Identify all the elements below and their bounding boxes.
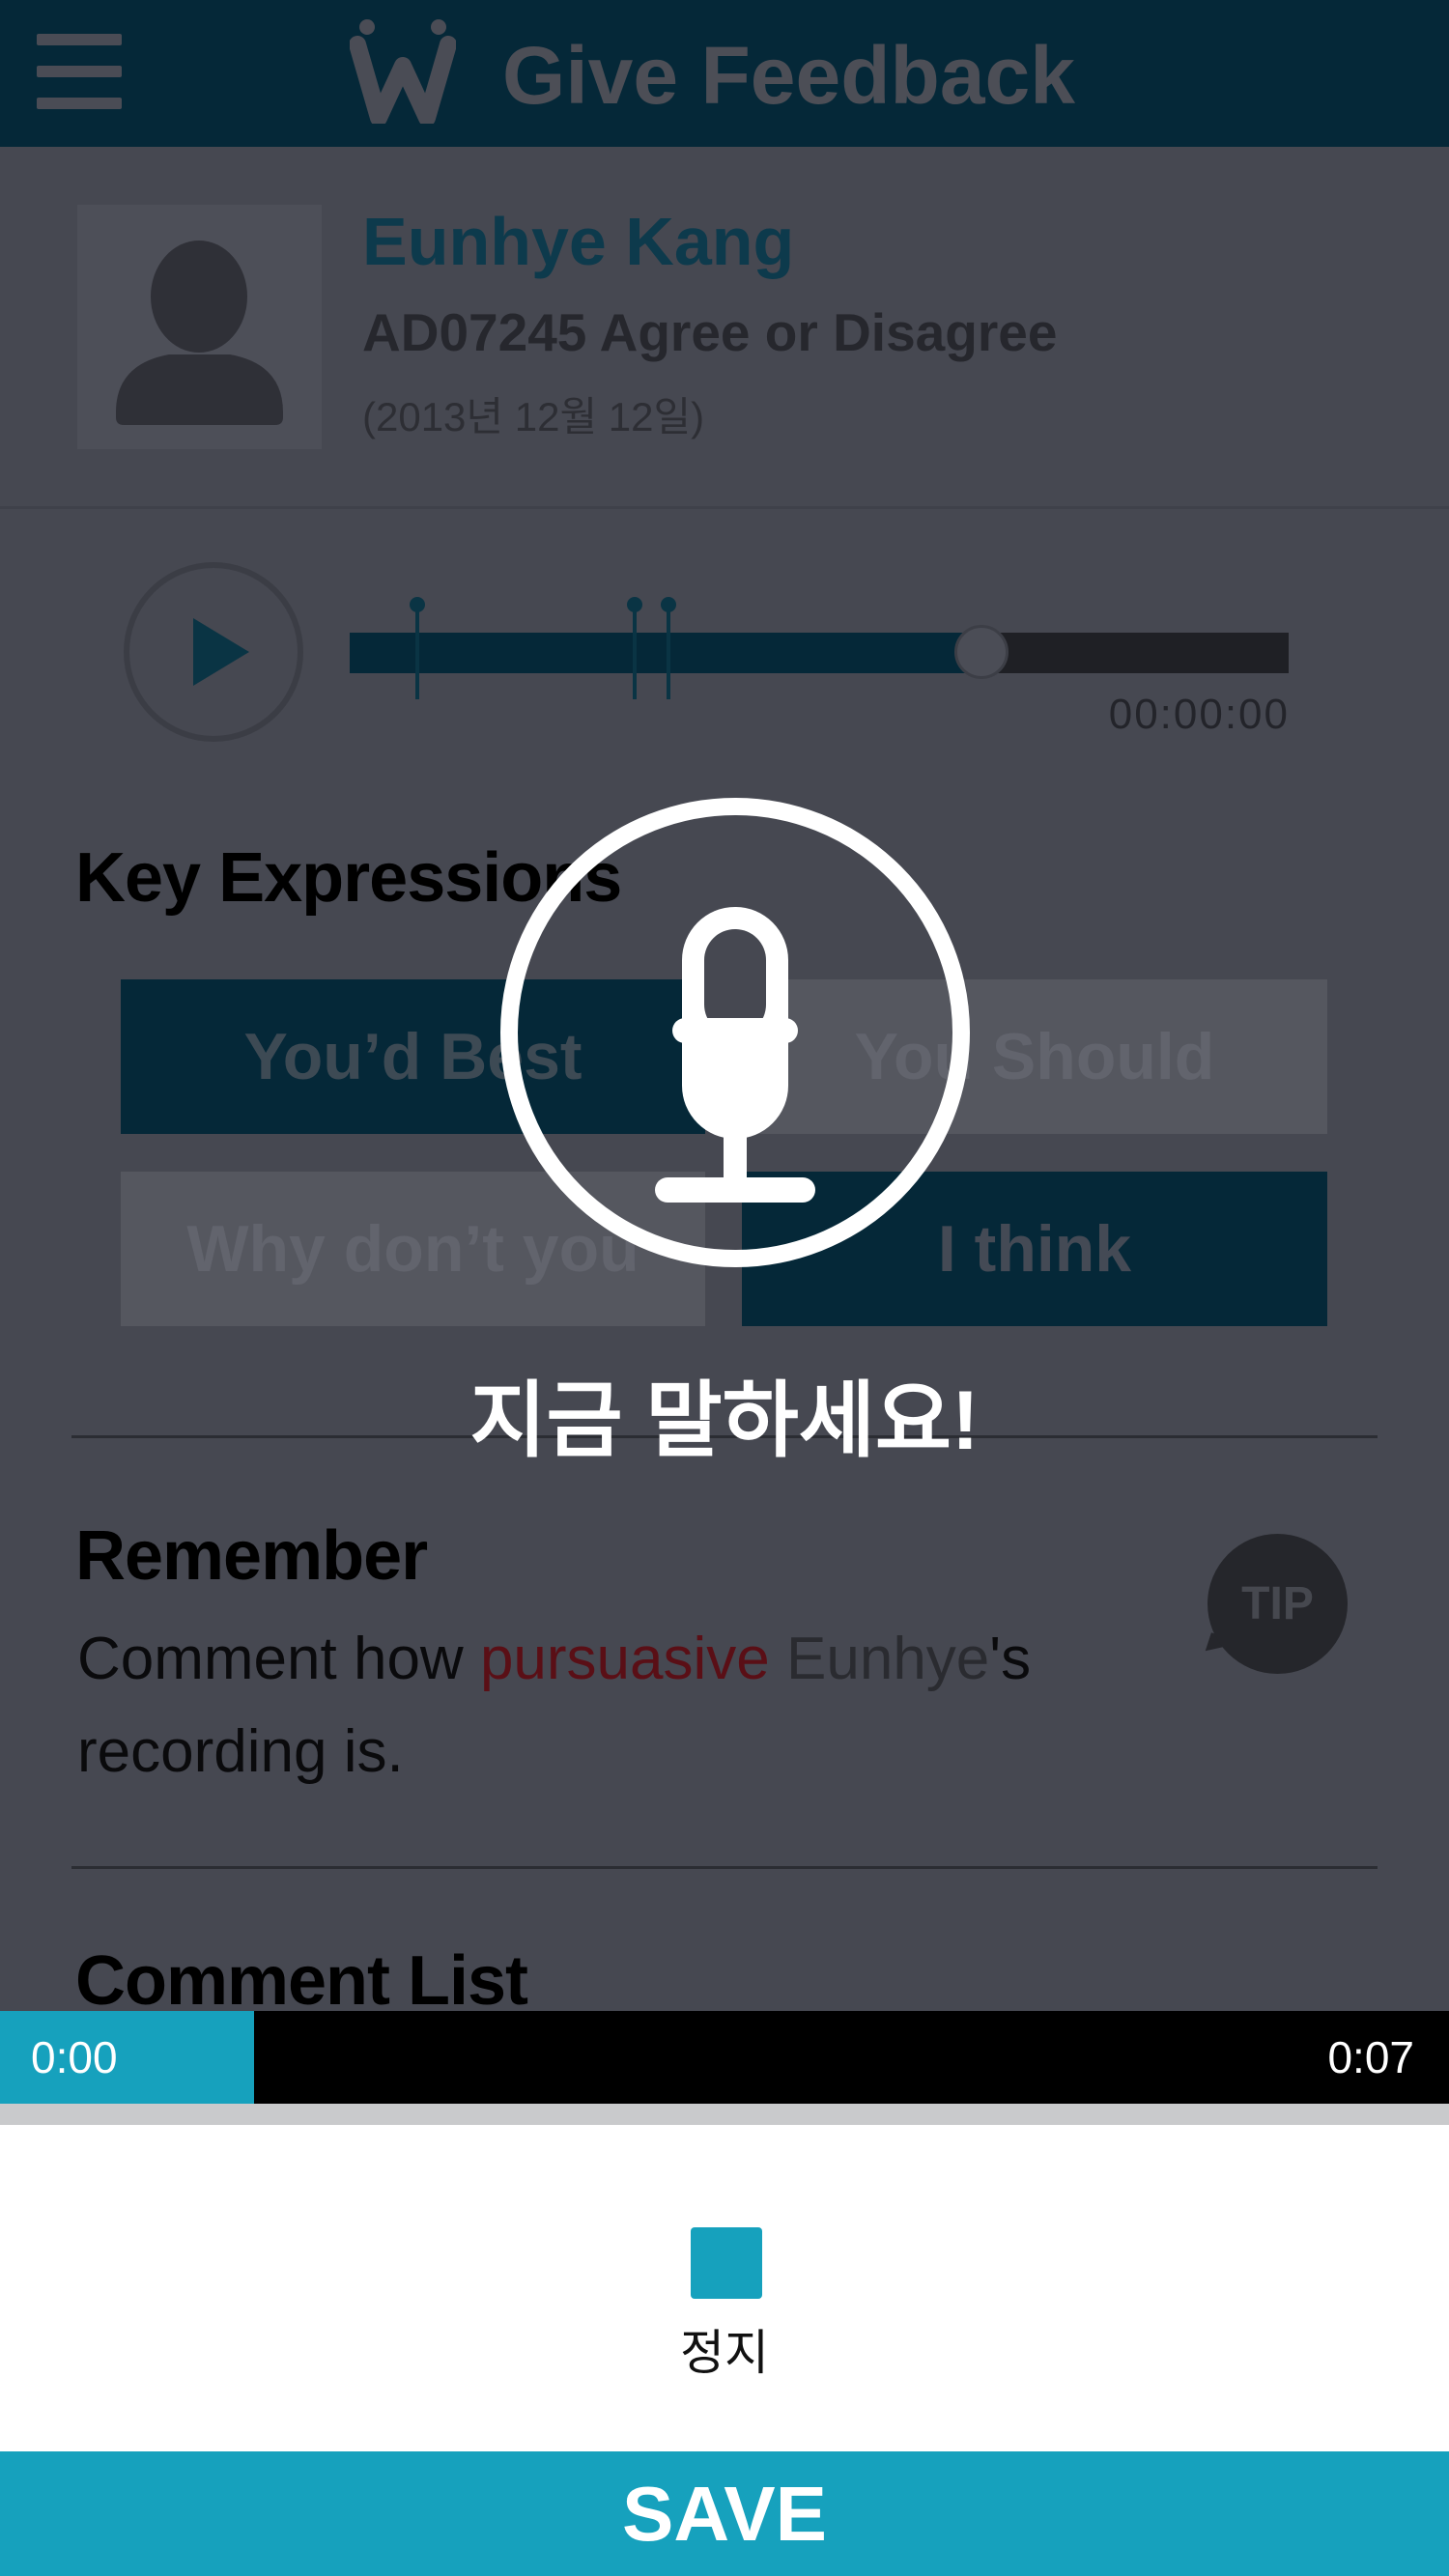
comment-marker-dot — [627, 597, 642, 612]
play-icon — [193, 618, 249, 686]
recording-indicator — [500, 798, 970, 1267]
comment-marker-dot — [661, 597, 676, 612]
divider — [0, 506, 1449, 509]
assignment-title: AD07245 Agree or Disagree — [362, 302, 1058, 362]
submission-date: (2013년 12월 12일) — [362, 394, 705, 439]
microphone-icon — [655, 907, 815, 1203]
user-silhouette-icon — [116, 241, 283, 425]
comment-marker-dot — [410, 597, 425, 612]
highlight-word: pursuasive — [479, 1626, 770, 1692]
logo-icon — [349, 17, 457, 127]
save-button[interactable]: SAVE — [0, 2451, 1449, 2576]
comment-marker[interactable] — [633, 603, 637, 699]
student-name: Eunhye — [786, 1626, 990, 1692]
avatar — [77, 205, 322, 449]
page-title: Give Feedback — [502, 30, 1075, 121]
tip-icon[interactable]: TIP — [1208, 1534, 1348, 1674]
stop-button[interactable] — [691, 2227, 762, 2299]
comment-list-title: Comment List — [75, 1942, 528, 2020]
recording-prompt: 지금 말하세요! — [469, 1374, 980, 1467]
stop-label: 정지 — [680, 2326, 769, 2380]
divider — [0, 2104, 1449, 2125]
divider — [71, 1866, 1378, 1869]
menu-icon[interactable] — [37, 34, 122, 113]
remember-title: Remember — [75, 1517, 428, 1595]
comment-marker[interactable] — [667, 603, 670, 699]
recording-limit: 0:07 — [1327, 2032, 1414, 2082]
audio-time: 00:00:00 — [1108, 691, 1290, 738]
audio-scrub-handle[interactable] — [954, 625, 1009, 679]
user-name: Eunhye Kang — [362, 204, 795, 279]
audio-progress-fill — [350, 633, 979, 673]
remember-text: Comment how pursuasive Eunhye's recordin… — [77, 1626, 1032, 1785]
comment-marker[interactable] — [415, 603, 419, 699]
recording-elapsed: 0:00 — [31, 2032, 118, 2082]
